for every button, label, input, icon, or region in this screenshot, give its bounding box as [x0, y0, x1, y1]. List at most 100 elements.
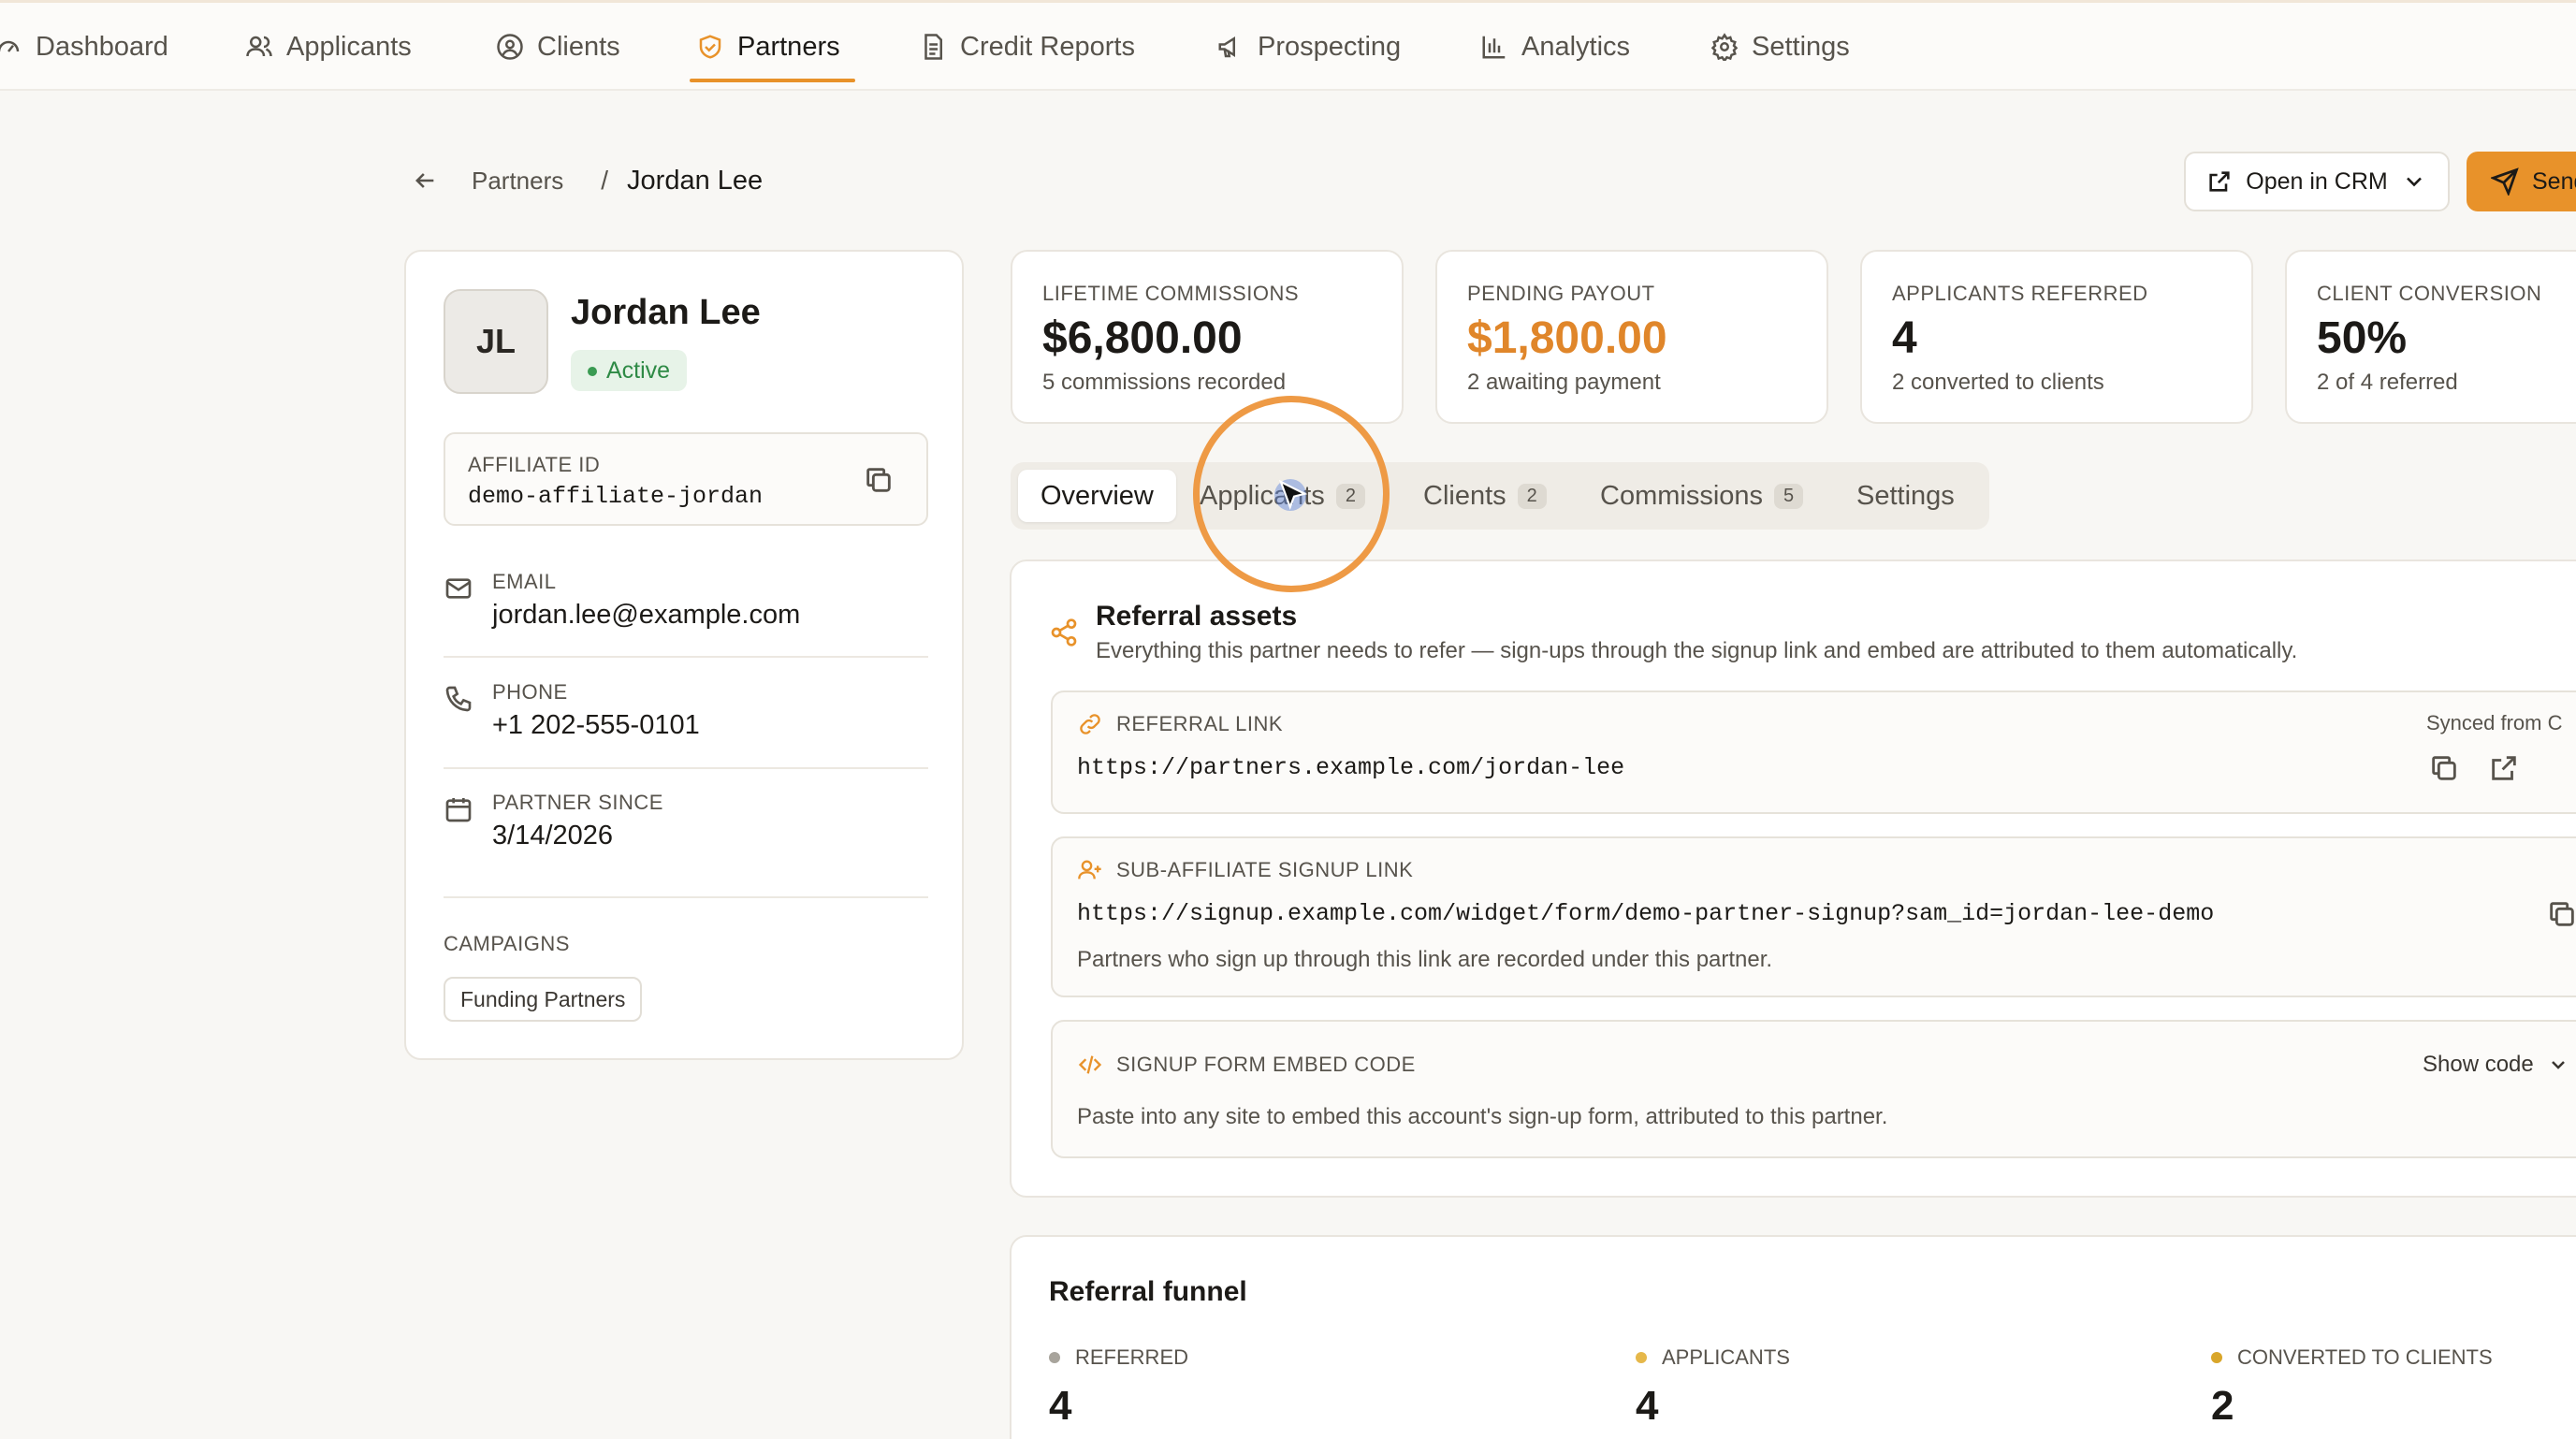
sub-affiliate-label: SUB-AFFILIATE SIGNUP LINK — [1116, 858, 1414, 881]
email-label: EMAIL — [492, 570, 557, 593]
send-button[interactable]: Send — [2467, 152, 2576, 211]
stat-label: CLIENT CONVERSION — [2317, 282, 2542, 305]
nav-active-indicator — [690, 79, 855, 82]
nav-clients-label: Clients — [537, 31, 620, 62]
embed-code-note: Paste into any site to embed this accoun… — [1077, 1104, 1888, 1129]
partner-since-label: PARTNER SINCE — [492, 791, 663, 814]
top-nav: Dashboard Applicants Clients Partners Cr… — [0, 0, 2576, 91]
sub-affiliate-note: Partners who sign up through this link a… — [1077, 947, 1773, 972]
partner-name: Jordan Lee — [571, 293, 761, 332]
funnel-stage-label: APPLICANTS — [1662, 1345, 1790, 1369]
megaphone-icon — [1218, 36, 1235, 58]
stat-applicants-referred: APPLICANTS REFERRED 4 2 converted to cli… — [1860, 250, 2253, 424]
referral-funnel-title: Referral funnel — [1049, 1276, 1247, 1307]
tab-commissions[interactable]: Commissions 5 — [1600, 470, 1804, 522]
calendar-icon — [445, 798, 472, 822]
nav-prospecting[interactable]: Prospecting — [1216, 3, 1401, 91]
tab-overview-label: Overview — [1041, 480, 1154, 511]
email-row: EMAIL jordan.lee@example.com — [444, 570, 928, 645]
handshake-shield-icon — [699, 35, 721, 59]
referral-link-label-row: REFERRAL LINK — [1077, 711, 1283, 737]
partner-since-row: PARTNER SINCE 3/14/2026 — [444, 791, 928, 865]
stat-client-conversion: CLIENT CONVERSION 50% 2 of 4 referred — [2285, 250, 2576, 424]
copy-icon[interactable] — [2546, 898, 2576, 930]
email-value[interactable]: jordan.lee@example.com — [492, 600, 800, 631]
tab-clients[interactable]: Clients 2 — [1423, 470, 1547, 522]
nav-dashboard-label: Dashboard — [36, 31, 168, 62]
funnel-stage-label: CONVERTED TO CLIENTS — [2237, 1345, 2493, 1369]
external-link-icon — [2209, 171, 2230, 192]
tab-count-badge: 5 — [1774, 483, 1804, 509]
nav-prospecting-label: Prospecting — [1258, 31, 1402, 62]
breadcrumb: Partners / Jordan Lee — [412, 161, 763, 200]
tab-settings[interactable]: Settings — [1856, 470, 1955, 522]
affiliate-id-box: AFFILIATE ID demo-affiliate-jordan — [444, 432, 928, 526]
nav-clients[interactable]: Clients — [496, 3, 620, 91]
status-dot — [2211, 1352, 2222, 1363]
nav-credit-reports-label: Credit Reports — [960, 31, 1135, 62]
stat-lifetime-commissions: LIFETIME COMMISSIONS $6,800.00 5 commiss… — [1011, 250, 1404, 424]
copy-icon[interactable] — [863, 464, 895, 496]
tab-count-badge: 2 — [1517, 483, 1547, 509]
referral-assets-title: Referral assets — [1096, 601, 1298, 632]
tab-settings-label: Settings — [1856, 480, 1955, 511]
funnel-stage-converted: CONVERTED TO CLIENTS 2 — [2211, 1345, 2493, 1430]
stat-label: PENDING PAYOUT — [1467, 282, 1655, 305]
status-dot — [1049, 1352, 1060, 1363]
tab-overview[interactable]: Overview — [1018, 470, 1176, 522]
phone-value[interactable]: +1 202-555-0101 — [492, 710, 700, 741]
breadcrumb-partners-link[interactable]: Partners — [472, 167, 563, 196]
copy-icon[interactable] — [2428, 752, 2460, 784]
gauge-icon — [0, 40, 20, 52]
avatar: JL — [444, 289, 548, 394]
divider — [444, 767, 928, 769]
nav-dashboard[interactable]: Dashboard — [0, 3, 168, 91]
stat-label: LIFETIME COMMISSIONS — [1042, 282, 1300, 305]
bar-chart-icon — [1482, 36, 1506, 59]
affiliate-id-value: demo-affiliate-jordan — [468, 483, 764, 510]
funnel-stage-value: 2 — [2211, 1383, 2234, 1429]
nav-settings[interactable]: Settings — [1710, 3, 1850, 91]
stat-subtext: 2 of 4 referred — [2317, 370, 2458, 395]
divider — [444, 896, 928, 898]
mouse-cursor-icon — [1278, 479, 1308, 510]
affiliate-id-label: AFFILIATE ID — [468, 453, 601, 476]
funnel-stage-applicants: APPLICANTS 4 — [1636, 1345, 1790, 1430]
sub-affiliate-link-value[interactable]: https://signup.example.com/widget/form/d… — [1077, 900, 2214, 927]
phone-icon — [445, 686, 472, 712]
partner-profile-card: JL Jordan Lee Active AFFILIATE ID demo-a… — [404, 250, 964, 1060]
breadcrumb-current: Jordan Lee — [627, 165, 764, 196]
open-in-crm-button[interactable]: Open in CRM — [2184, 152, 2450, 211]
gear-icon — [1710, 33, 1739, 61]
nav-analytics[interactable]: Analytics — [1480, 3, 1630, 91]
nav-applicants[interactable]: Applicants — [245, 3, 412, 91]
phone-label: PHONE — [492, 680, 568, 704]
send-label: Send — [2532, 167, 2576, 195]
campaign-chip[interactable]: Funding Partners — [444, 977, 643, 1022]
referral-link-box: REFERRAL LINK Synced from C https://part… — [1051, 690, 2576, 814]
campaigns-label: CAMPAIGNS — [444, 932, 570, 955]
partner-since-value: 3/14/2026 — [492, 821, 614, 850]
synced-status: Synced from C — [2426, 711, 2563, 734]
stat-value: 4 — [1892, 313, 1917, 363]
funnel-stage-value: 4 — [1049, 1383, 1072, 1429]
sub-affiliate-link-box: SUB-AFFILIATE SIGNUP LINK https://signup… — [1051, 836, 2576, 997]
mail-icon — [445, 578, 472, 599]
user-plus-icon — [1078, 860, 1101, 879]
external-link-icon[interactable] — [2488, 752, 2520, 784]
share-icon — [1051, 618, 1077, 647]
show-code-toggle[interactable]: Show code — [2423, 1052, 2569, 1078]
stat-value: $1,800.00 — [1467, 313, 1667, 363]
nav-applicants-label: Applicants — [286, 31, 412, 62]
back-arrow-icon[interactable] — [412, 167, 438, 194]
breadcrumb-separator: / — [601, 166, 609, 195]
nav-partners[interactable]: Partners — [696, 3, 840, 91]
funnel-stage-value: 4 — [1636, 1383, 1659, 1429]
funnel-stage-label: REFERRED — [1075, 1345, 1189, 1369]
stat-subtext: 5 commissions recorded — [1042, 370, 1287, 395]
link-icon — [1080, 714, 1100, 734]
embed-code-box: SIGNUP FORM EMBED CODE Show code Paste i… — [1051, 1020, 2576, 1158]
referral-link-value[interactable]: https://partners.example.com/jordan-lee — [1077, 754, 1624, 781]
nav-credit-reports[interactable]: Credit Reports — [919, 3, 1135, 91]
open-in-crm-label: Open in CRM — [2246, 167, 2388, 195]
